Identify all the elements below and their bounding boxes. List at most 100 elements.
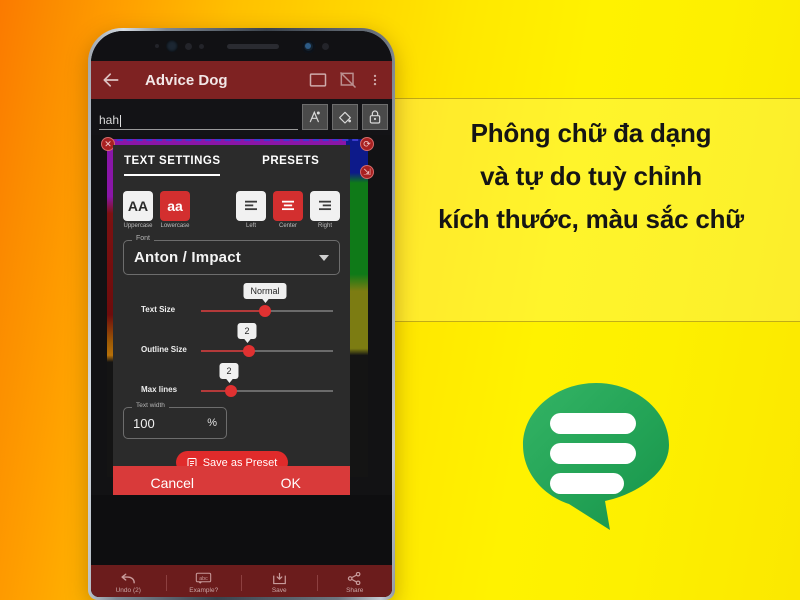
app-title: Advice Dog xyxy=(145,71,228,89)
align-right-caption: Right xyxy=(317,223,332,229)
align-center-caption: Center xyxy=(278,223,297,229)
ok-button-label: OK xyxy=(280,475,301,491)
earpiece-speaker xyxy=(226,43,279,49)
paint-bucket-icon[interactable] xyxy=(332,104,358,130)
dialog-tabs: TEXT SETTINGS PRESETS xyxy=(113,145,350,185)
slider-max-lines-track[interactable] xyxy=(201,385,333,397)
more-vertical-icon[interactable] xyxy=(368,70,382,90)
dialog-action-bar: Cancel OK xyxy=(113,466,350,495)
uppercase-button[interactable]: AA Uppercase xyxy=(123,191,153,229)
text-width-value: 100 xyxy=(133,415,155,431)
font-select-legend: Font xyxy=(132,235,155,242)
rotate-handle-icon[interactable]: ⟳ xyxy=(360,137,374,151)
tab-presets[interactable]: PRESETS xyxy=(232,145,351,185)
align-button-group: Left Center Right xyxy=(236,191,340,229)
slider-text-size-label: Text Size xyxy=(141,305,176,314)
cancel-button[interactable]: Cancel xyxy=(113,466,232,495)
font-select[interactable]: Font Anton / Impact xyxy=(123,235,340,275)
slider-max-lines-label: Max lines xyxy=(141,385,178,394)
uppercase-glyph: AA xyxy=(123,191,153,221)
front-camera-icon xyxy=(301,39,315,53)
ok-button[interactable]: OK xyxy=(232,466,351,495)
text-input-row: hah xyxy=(91,99,392,135)
slider-outline-size-track[interactable] xyxy=(201,345,333,357)
crop-disabled-icon[interactable] xyxy=(338,70,358,90)
svg-text:abc: abc xyxy=(200,575,209,581)
download-icon xyxy=(272,572,286,584)
frame-icon[interactable] xyxy=(308,70,328,90)
promo-line-2: và tự do tuỳ chỉnh xyxy=(480,161,702,191)
example-button[interactable]: abc Example? xyxy=(167,572,242,594)
image-canvas: ✕ ⟳ ⇲ TEXT SETTINGS PRESETS AA Uppercase… xyxy=(91,135,392,495)
font-select-value: Anton / Impact xyxy=(134,249,241,266)
save-label: Save xyxy=(271,586,287,594)
share-icon xyxy=(348,571,361,585)
phone-sensor-bar xyxy=(91,31,392,61)
abc-icon: abc xyxy=(196,572,212,584)
promo-line-1: Phông chữ đa dạng xyxy=(470,118,712,148)
lowercase-caption: Lowercase xyxy=(160,223,190,229)
sensor-dot-icon xyxy=(198,43,204,49)
align-center-button[interactable]: Center xyxy=(273,191,303,229)
meme-text-input[interactable]: hah xyxy=(99,104,298,130)
arrow-left-icon[interactable] xyxy=(101,70,121,90)
slider-text-size-bubble: Normal xyxy=(243,283,287,299)
slider-outline-size-label: Outline Size xyxy=(141,345,187,354)
case-and-align-row: AA Uppercase aa Lowercase Left Center Ri… xyxy=(113,185,350,231)
slider-outline-size-bubble: 2 xyxy=(237,323,257,339)
slider-max-lines: 2 Max lines xyxy=(123,363,340,403)
sensor-dot-icon xyxy=(154,44,159,48)
phone-mockup: Advice Dog hah ✕ ⟳ ⇲ TEXT SETTINGS PRESE… xyxy=(88,28,395,600)
text-width-field[interactable]: Text width 100 % xyxy=(123,402,227,439)
slider-max-lines-thumb[interactable] xyxy=(225,385,237,397)
slider-text-size-track[interactable] xyxy=(201,305,333,317)
undo-icon xyxy=(121,573,135,583)
font-style-icon[interactable] xyxy=(302,104,328,130)
slider-text-size: Normal Text Size xyxy=(123,283,340,323)
align-left-caption: Left xyxy=(245,223,256,229)
iris-scanner-icon xyxy=(321,42,329,50)
row-spacer xyxy=(190,191,236,229)
app-bar: Advice Dog xyxy=(91,61,392,99)
text-width-legend: Text width xyxy=(132,402,169,409)
align-left-icon xyxy=(236,191,266,221)
align-right-icon xyxy=(310,191,340,221)
tab-active-underline xyxy=(124,173,221,176)
promo-headline: Phông chữ đa dạng và tự do tuỳ chỉnh kíc… xyxy=(382,112,800,241)
undo-label: Undo (2) xyxy=(115,586,141,594)
chat-bubble-logo xyxy=(523,383,669,530)
tab-text-settings[interactable]: TEXT SETTINGS xyxy=(113,145,232,185)
phone-body: Advice Dog hah ✕ ⟳ ⇲ TEXT SETTINGS PRESE… xyxy=(91,31,392,597)
tab-presets-label: PRESETS xyxy=(262,154,320,167)
case-button-group: AA Uppercase aa Lowercase xyxy=(123,191,190,229)
align-right-button[interactable]: Right xyxy=(310,191,340,229)
example-label: Example? xyxy=(189,586,219,594)
light-sensor-icon xyxy=(184,42,192,50)
text-caret xyxy=(120,115,122,127)
slider-text-size-fill xyxy=(201,310,265,312)
promo-line-3: kích thước, màu sắc chữ xyxy=(438,204,744,234)
lowercase-glyph: aa xyxy=(160,191,190,221)
text-settings-dialog: TEXT SETTINGS PRESETS AA Uppercase aa Lo… xyxy=(113,145,350,495)
resize-handle-icon[interactable]: ⇲ xyxy=(360,165,374,179)
phone-screen: Advice Dog hah ✕ ⟳ ⇲ TEXT SETTINGS PRESE… xyxy=(91,61,392,597)
lowercase-button[interactable]: aa Lowercase xyxy=(160,191,190,229)
proximity-sensor-icon xyxy=(165,40,178,52)
undo-button[interactable]: Undo (2) xyxy=(91,572,166,594)
slider-max-lines-bubble: 2 xyxy=(219,363,239,379)
share-button[interactable]: Share xyxy=(318,571,393,594)
bottom-toolbar: Undo (2) abc Example? Save Share xyxy=(91,565,392,597)
slider-outline-size-thumb[interactable] xyxy=(243,345,255,357)
align-left-button[interactable]: Left xyxy=(236,191,266,229)
text-width-unit: % xyxy=(207,417,217,429)
cancel-button-label: Cancel xyxy=(150,475,195,491)
uppercase-caption: Uppercase xyxy=(123,223,153,229)
chevron-down-icon xyxy=(319,255,329,261)
promo-image: Phông chữ đa dạng và tự do tuỳ chỉnh kíc… xyxy=(0,0,800,600)
meme-text-value: hah xyxy=(99,113,120,127)
slider-text-size-thumb[interactable] xyxy=(259,305,271,317)
slider-outline-size: 2 Outline Size xyxy=(123,323,340,363)
slider-outline-size-fill xyxy=(201,350,249,352)
lock-icon[interactable] xyxy=(362,104,388,130)
save-button[interactable]: Save xyxy=(242,572,317,594)
